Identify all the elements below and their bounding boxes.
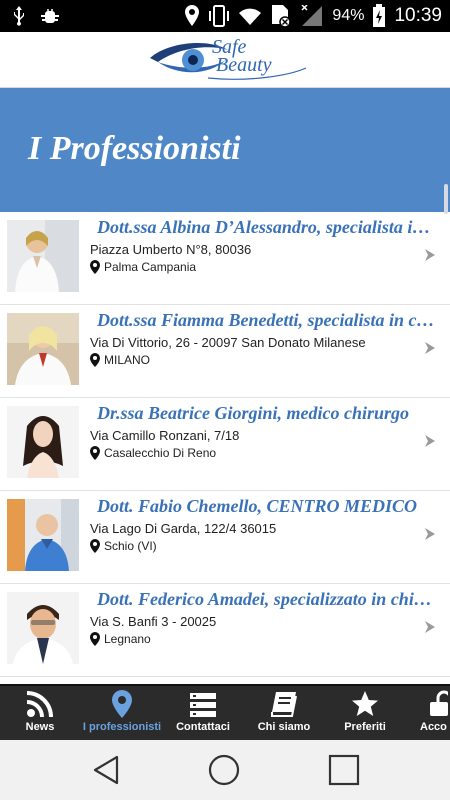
chevron-right-icon (424, 620, 436, 639)
professional-photo (7, 592, 79, 664)
recents-square-icon (328, 754, 360, 790)
star-icon (351, 686, 379, 718)
phone-vibrate-icon (208, 5, 230, 27)
map-pin-icon (90, 260, 100, 274)
item-address: Via Di Vittorio, 26 - 20097 San Donato M… (90, 335, 366, 350)
location-icon (184, 5, 200, 27)
item-city: Palma Campania (104, 260, 197, 274)
map-pin-icon (90, 353, 100, 367)
tab-label: Acco (420, 721, 447, 733)
item-location: Palma Campania (90, 260, 196, 274)
item-address: Via S. Banfi 3 - 20025 (90, 614, 217, 629)
item-address: Via Camillo Ronzani, 7/18 (90, 428, 240, 443)
item-address: Via Lago Di Garda, 122/4 36015 (90, 521, 277, 536)
tab-label: Contattaci (176, 721, 230, 733)
professionals-list: Dott.ssa Albina D’Alessandro, specialist… (0, 212, 450, 684)
wifi-icon (238, 6, 262, 26)
list-item[interactable]: Dott. Fabio Chemello, CENTRO MEDICO Via … (0, 491, 450, 584)
rss-icon (26, 686, 54, 718)
clock: 10:39 (394, 5, 442, 26)
item-title: Dr.ssa Beatrice Giorgini, medico chirurg… (97, 403, 410, 423)
tab-chi-siamo[interactable]: Chi siamo (252, 686, 316, 740)
chevron-right-icon (424, 434, 436, 453)
android-debug-icon (40, 6, 60, 26)
tab-label: Chi siamo (257, 721, 311, 733)
tab-contattaci[interactable]: Contattaci (172, 686, 234, 740)
item-city: MILANO (104, 353, 151, 367)
bottom-tab-bar: News I professionisti Contattaci Chi sia… (0, 684, 450, 740)
list-item[interactable]: Dott.ssa Fiamma Benedetti, specialista i… (0, 305, 450, 398)
back-triangle-icon (90, 755, 122, 790)
map-pin-icon (90, 446, 100, 460)
no-sim-icon (270, 4, 292, 28)
item-title: Dott.ssa Fiamma Benedetti, specialista i… (97, 310, 435, 330)
recents-button[interactable] (328, 754, 360, 791)
item-city: Casalecchio Di Reno (104, 446, 217, 460)
logo-line2: Beauty (216, 54, 272, 76)
tab-preferiti[interactable]: Preferiti (336, 686, 394, 740)
tab-label: News (25, 721, 55, 733)
professional-photo (7, 220, 79, 292)
battery-text: 94% (332, 7, 365, 24)
map-pin-icon (112, 686, 132, 718)
item-title: Dott.ssa Albina D’Alessandro, specialist… (97, 217, 435, 237)
tab-news[interactable]: News (8, 686, 72, 740)
item-title: Dott. Federico Amadei, specializzato in … (97, 589, 435, 609)
item-location: Schio (VI) (90, 539, 157, 553)
item-location: Casalecchio Di Reno (90, 446, 216, 460)
status-bar: 94% 10:39 (0, 0, 450, 32)
home-circle-icon (208, 754, 240, 790)
battery-charging-icon (372, 4, 386, 28)
chevron-right-icon (424, 248, 436, 267)
book-icon (270, 686, 298, 718)
professional-photo (7, 406, 79, 478)
usb-icon (12, 6, 26, 26)
back-button[interactable] (90, 754, 122, 791)
scrollbar-thumb[interactable] (444, 184, 448, 214)
item-title: Dott. Fabio Chemello, CENTRO MEDICO (97, 496, 418, 516)
tab-professionisti[interactable]: I professionisti (82, 686, 162, 740)
item-city: Legnano (104, 632, 151, 646)
item-location: MILANO (90, 353, 150, 367)
list-item[interactable]: Dr.ssa Beatrice Giorgini, medico chirurg… (0, 398, 450, 491)
item-location: Legnano (90, 632, 151, 646)
professional-photo (7, 313, 79, 385)
item-city: Schio (VI) (104, 539, 157, 553)
chevron-right-icon (424, 527, 436, 546)
lock-icon (420, 686, 448, 718)
tab-label: I professionisti (82, 721, 162, 733)
logo-text: Safe Beauty (212, 37, 272, 76)
tab-label: Preferiti (344, 721, 386, 733)
list-item[interactable]: Dott. Federico Amadei, specializzato in … (0, 584, 450, 677)
map-pin-icon (90, 632, 100, 646)
map-pin-icon (90, 539, 100, 553)
signal-icon (300, 5, 324, 27)
list-item[interactable]: Dott.ssa Albina D’Alessandro, specialist… (0, 212, 450, 305)
system-navigation-bar (0, 740, 450, 800)
list-icon (189, 686, 217, 718)
app-header: Safe Beauty (0, 32, 450, 88)
item-address: Piazza Umberto N°8, 80036 (90, 242, 252, 257)
page-title: I Professionisti (28, 130, 241, 167)
chevron-right-icon (424, 341, 436, 360)
hero-banner: I Professionisti (0, 88, 450, 214)
home-button[interactable] (208, 754, 240, 791)
professional-photo (7, 499, 79, 571)
tab-account[interactable]: Acco (420, 686, 450, 740)
